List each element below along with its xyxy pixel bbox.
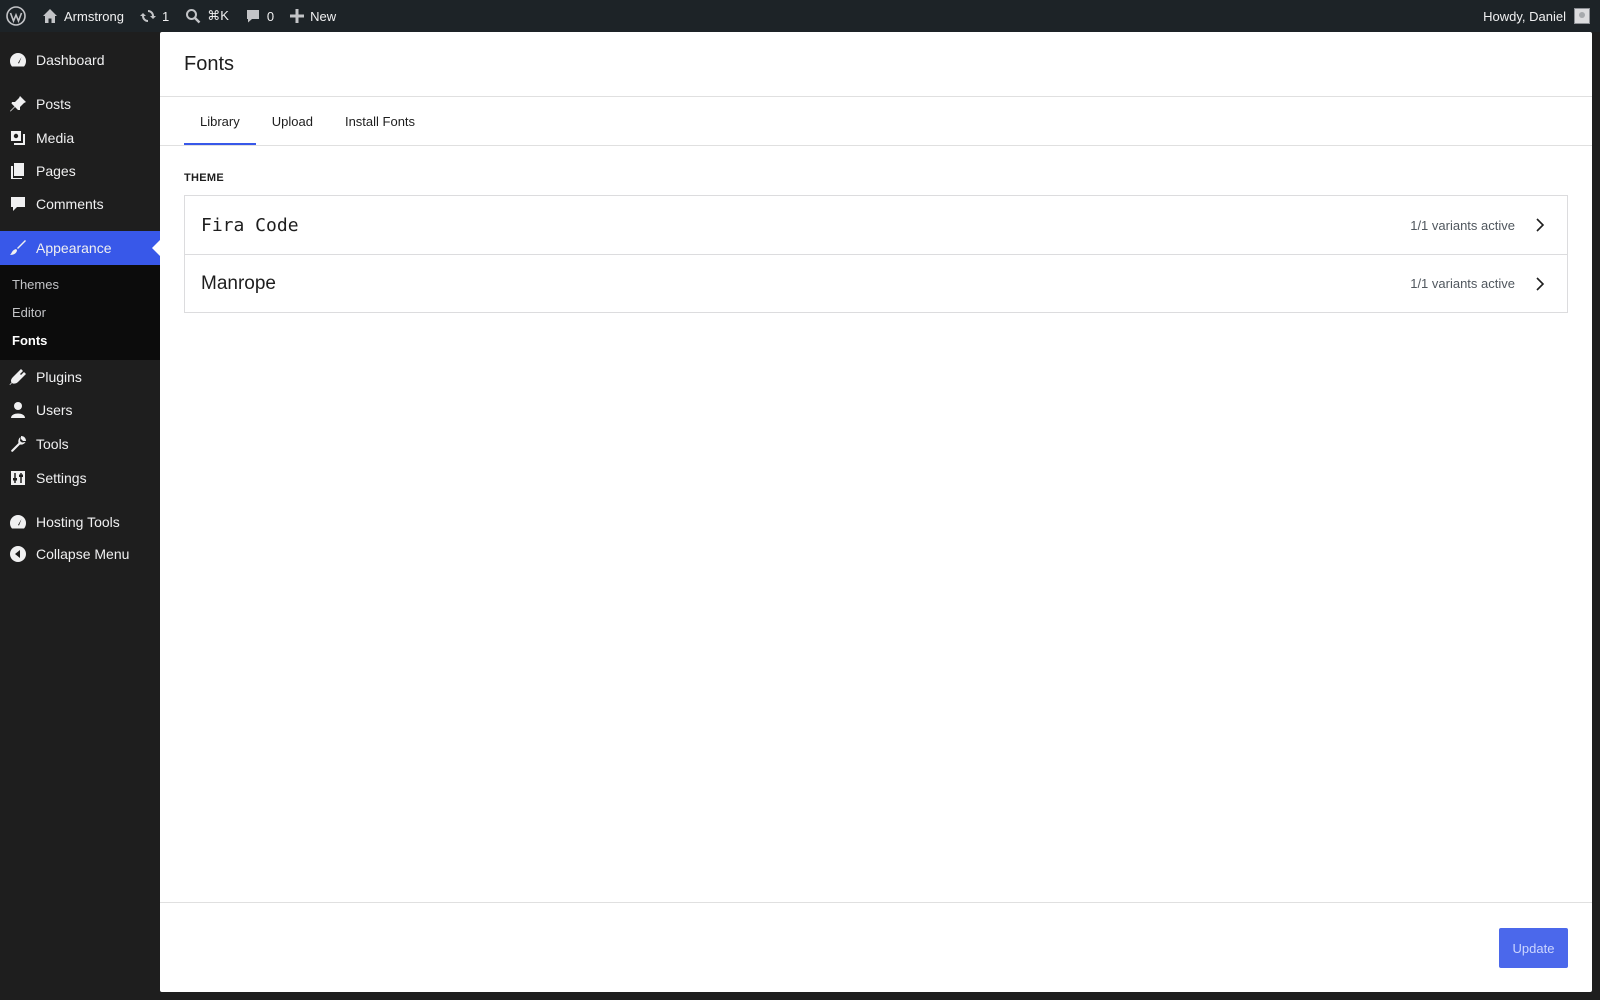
new-content-button[interactable]: New (282, 0, 344, 32)
tab-upload[interactable]: Upload (256, 97, 329, 145)
menu-appearance[interactable]: Appearance (0, 231, 160, 265)
tabs-divider (160, 145, 1592, 146)
font-name: Manrope (201, 272, 276, 294)
updates-link[interactable]: 1 (132, 0, 177, 32)
footer-divider (160, 902, 1592, 903)
wordpress-logo-icon (6, 6, 26, 26)
menu-label: Media (36, 130, 75, 146)
font-name: Fira Code (201, 214, 299, 236)
menu-tools[interactable]: Tools (0, 427, 160, 461)
avatar (1574, 8, 1590, 24)
menu-label: Plugins (36, 369, 82, 385)
menu-label: Users (36, 402, 73, 418)
comments-count: 0 (266, 8, 275, 24)
collapse-menu-button[interactable]: Collapse Menu (0, 537, 160, 571)
plugin-icon (8, 367, 28, 387)
media-icon (8, 128, 28, 148)
pages-icon (8, 161, 28, 181)
menu-label: Hosting Tools (36, 514, 120, 530)
site-name: Armstrong (64, 8, 124, 24)
plus-icon (290, 9, 305, 23)
pin-icon (8, 94, 28, 114)
admin-bar: Armstrong 1 ⌘K 0 New Howdy, Daniel (0, 0, 1600, 32)
menu-label: Appearance (36, 240, 112, 256)
search-icon (186, 9, 201, 24)
menu-pages[interactable]: Pages (0, 154, 160, 188)
font-variants-status: 1/1 variants active (1410, 217, 1515, 233)
updates-count: 1 (161, 8, 170, 24)
font-variants-status: 1/1 variants active (1410, 276, 1515, 291)
menu-dashboard[interactable]: Dashboard (0, 43, 160, 77)
wordpress-logo-button[interactable] (0, 0, 34, 32)
menu-label: Pages (36, 163, 76, 179)
home-icon (43, 9, 57, 23)
comments-link[interactable]: 0 (237, 0, 282, 32)
new-label: New (310, 8, 337, 24)
admin-sidebar: Dashboard Posts Media Pages Comments App… (0, 32, 160, 1000)
menu-settings[interactable]: Settings (0, 461, 160, 495)
comment-icon (246, 10, 259, 23)
chevron-right-icon (1527, 272, 1551, 296)
command-search-button[interactable]: ⌘K (177, 0, 237, 32)
menu-hosting-tools[interactable]: Hosting Tools (0, 505, 160, 539)
menu-plugins[interactable]: Plugins (0, 360, 160, 394)
menu-label: Dashboard (36, 52, 105, 68)
font-list: Fira Code 1/1 variants active Manrope 1/… (184, 195, 1568, 313)
site-name-link[interactable]: Armstrong (34, 0, 132, 32)
tab-list: Library Upload Install Fonts (184, 97, 431, 145)
menu-media[interactable]: Media (0, 121, 160, 155)
wrench-icon (8, 434, 28, 454)
menu-comments[interactable]: Comments (0, 187, 160, 221)
update-button[interactable]: Update (1499, 928, 1568, 968)
font-item-fira-code[interactable]: Fira Code 1/1 variants active (185, 196, 1567, 254)
collapse-icon (8, 544, 28, 564)
updates-icon (139, 10, 156, 22)
search-shortcut: ⌘K (207, 8, 229, 23)
menu-label: Comments (36, 196, 104, 212)
comment-icon (8, 194, 28, 214)
appearance-submenu: Themes Editor Fonts (0, 265, 160, 360)
page-title: Fonts (184, 53, 235, 75)
menu-users[interactable]: Users (0, 393, 160, 427)
section-label: THEME (184, 172, 224, 184)
tab-library[interactable]: Library (184, 97, 256, 145)
menu-posts[interactable]: Posts (0, 87, 160, 121)
submenu-themes[interactable]: Themes (12, 277, 59, 292)
menu-label: Tools (36, 436, 69, 452)
gauge-icon (8, 512, 28, 532)
greeting: Howdy, Daniel (1483, 8, 1566, 24)
submenu-fonts[interactable]: Fonts (12, 333, 47, 348)
menu-label: Settings (36, 470, 87, 486)
tab-install-fonts[interactable]: Install Fonts (329, 97, 431, 145)
account-menu[interactable]: Howdy, Daniel (1475, 0, 1600, 32)
fonts-panel: Fonts Library Upload Install Fonts THEME… (160, 32, 1592, 992)
brush-icon (8, 238, 28, 258)
font-item-manrope[interactable]: Manrope 1/1 variants active (185, 254, 1567, 312)
chevron-right-icon (1527, 213, 1551, 237)
submenu-editor[interactable]: Editor (12, 305, 46, 320)
menu-label: Collapse Menu (36, 546, 130, 562)
user-icon (8, 400, 28, 420)
sliders-icon (8, 468, 28, 488)
menu-label: Posts (36, 96, 72, 112)
dashboard-icon (8, 50, 28, 70)
